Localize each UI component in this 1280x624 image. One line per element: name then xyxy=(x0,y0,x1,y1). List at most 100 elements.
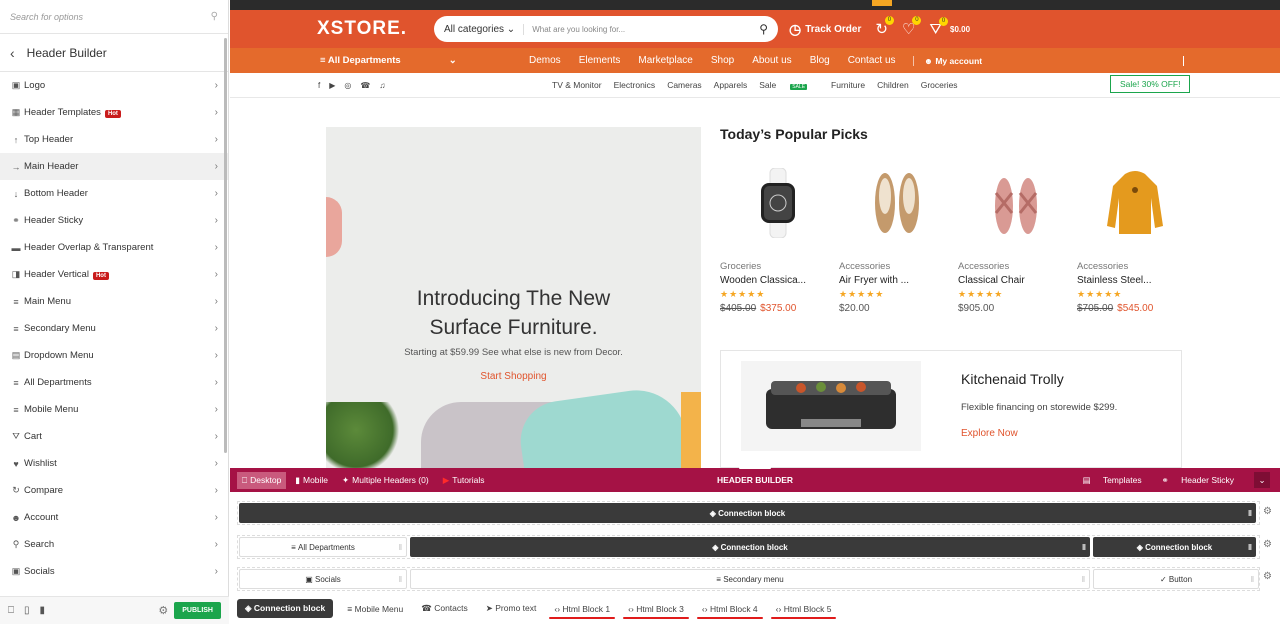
publish-button[interactable]: PUBLISH xyxy=(174,602,221,619)
compare-icon[interactable]: ↻ 0 xyxy=(875,16,894,38)
sidebar-item-socials[interactable]: ▣ Socials › xyxy=(0,558,228,585)
builder-item-socials[interactable]: ▣ Socials ‖ xyxy=(239,569,407,589)
nav-link-contact[interactable]: Contact us xyxy=(848,55,896,66)
tablet-preview-icon[interactable]: ▯ xyxy=(24,605,30,616)
sidebar-scrollbar[interactable] xyxy=(224,38,227,453)
collapse-chevron-icon[interactable]: ⌄ xyxy=(1254,472,1270,488)
product-search-input[interactable]: What are you looking for... xyxy=(532,25,759,34)
nav-link-blog[interactable]: Blog xyxy=(810,55,830,66)
facebook-icon[interactable]: f xyxy=(318,81,320,90)
explore-now-link[interactable]: Explore Now xyxy=(961,428,1018,439)
category-link-sale[interactable]: Sale SALE xyxy=(759,80,819,90)
available-html-block-4[interactable]: ‹› Html Block 4 xyxy=(696,604,763,619)
available-mobile-menu[interactable]: ≡ Mobile Menu xyxy=(347,604,403,614)
available-contacts[interactable]: ☎ Contacts xyxy=(421,603,468,614)
sidebar-item-main-header[interactable]: → Main Header › xyxy=(0,153,228,180)
sidebar-item-secondary-menu[interactable]: ≡ Secondary Menu › xyxy=(0,315,228,342)
category-link[interactable]: Groceries xyxy=(921,80,958,90)
drag-handle-icon[interactable]: ‖ xyxy=(399,575,402,584)
category-link[interactable]: Electronics xyxy=(614,80,656,90)
sidebar-item-search[interactable]: ⚲ Search › xyxy=(0,531,228,558)
row-settings-gear-icon[interactable]: ⚙ xyxy=(1263,571,1272,582)
whatsapp-icon[interactable]: ☎ xyxy=(360,81,370,90)
grill-image[interactable] xyxy=(741,361,921,451)
category-select[interactable]: All categories ⌄ xyxy=(444,23,525,35)
category-link[interactable]: Cameras xyxy=(667,80,701,90)
sidebar-item-logo[interactable]: ▣ Logo › xyxy=(0,72,228,99)
sidebar-item-main-menu[interactable]: ≡ Main Menu › xyxy=(0,288,228,315)
sidebar-item-header-sticky[interactable]: ⚭ Header Sticky › xyxy=(0,207,228,234)
tab-desktop[interactable]: ⎕ Desktop xyxy=(237,471,287,489)
product-image-shoes[interactable] xyxy=(839,158,954,248)
category-link[interactable]: Children xyxy=(877,80,909,90)
track-order-link[interactable]: ◷ Track Order xyxy=(789,21,861,38)
row-settings-gear-icon[interactable]: ⚙ xyxy=(1263,539,1272,550)
start-shopping-link[interactable]: Start Shopping xyxy=(326,371,701,382)
product-name[interactable]: Air Fryer with ... xyxy=(839,275,954,286)
sidebar-item-dropdown-menu[interactable]: ▤ Dropdown Menu › xyxy=(0,342,228,369)
available-html-block-3[interactable]: ‹› Html Block 3 xyxy=(623,604,689,619)
product-category[interactable]: Accessories xyxy=(1077,261,1192,272)
search-icon[interactable]: ⚲ xyxy=(759,22,768,36)
product-name[interactable]: Classical Chair xyxy=(958,275,1073,286)
nav-link-elements[interactable]: Elements xyxy=(579,55,621,66)
product-image-hoodie[interactable] xyxy=(1077,158,1192,248)
builder-item-connection-block[interactable]: ◈ Connection block ‖ xyxy=(410,537,1090,557)
category-link[interactable]: TV & Monitor xyxy=(552,80,602,90)
header-sticky-button[interactable]: ⚭ Header Sticky xyxy=(1162,475,1244,486)
option-search-input[interactable]: Search for options xyxy=(10,12,211,22)
tab-mobile[interactable]: ▮ Mobile xyxy=(290,472,333,489)
all-departments-toggle[interactable]: ≡ All Departments ⌄ xyxy=(320,55,457,66)
resize-handle[interactable] xyxy=(739,466,771,469)
sidebar-item-bottom-header[interactable]: ↓ Bottom Header › xyxy=(0,180,228,207)
row-settings-gear-icon[interactable]: ⚙ xyxy=(1263,506,1272,517)
available-html-block-5[interactable]: ‹› Html Block 5 xyxy=(770,604,837,619)
sidebar-item-top-header[interactable]: ↑ Top Header › xyxy=(0,126,228,153)
drag-handle-icon[interactable]: ‖ xyxy=(1082,575,1085,584)
tiktok-icon[interactable]: ♫ xyxy=(379,81,385,90)
templates-button[interactable]: ▤ Templates xyxy=(1083,475,1152,486)
desktop-preview-icon[interactable]: ⎕ xyxy=(8,605,14,616)
drag-handle-icon[interactable]: ‖ xyxy=(1082,543,1086,552)
builder-item-button[interactable]: ✓ Button ‖ xyxy=(1093,569,1259,589)
mobile-preview-icon[interactable]: ▮ xyxy=(40,605,46,616)
available-html-block-1[interactable]: ‹› Html Block 1 xyxy=(549,604,615,619)
product-image-watch[interactable] xyxy=(720,158,835,248)
builder-item-secondary-menu[interactable]: ≡ Secondary menu ‖ xyxy=(410,569,1090,589)
drag-handle-icon[interactable]: ‖ xyxy=(1248,543,1252,552)
nav-link-demos[interactable]: Demos xyxy=(529,55,561,66)
sale-button[interactable]: Sale! 30% OFF! xyxy=(1110,75,1191,93)
wishlist-heart-icon[interactable]: ♡ 0 xyxy=(902,16,922,38)
product-image-sandals[interactable] xyxy=(958,158,1073,248)
product-card[interactable]: Accessories Stainless Steel... ★★★★★ $70… xyxy=(1077,158,1192,314)
drag-handle-icon[interactable]: ‖ xyxy=(399,543,402,552)
sidebar-item-account[interactable]: ☻ Account › xyxy=(0,504,228,531)
sidebar-item-all-departments[interactable]: ≡ All Departments › xyxy=(0,369,228,396)
tab-multiple-headers[interactable]: ✦ Multiple Headers (0) xyxy=(337,472,434,489)
category-link[interactable]: Apparels xyxy=(714,80,748,90)
site-logo[interactable]: XSTORE. xyxy=(317,18,434,40)
sidebar-item-header-templates[interactable]: ▦ Header Templates Hot › xyxy=(0,99,228,126)
my-account-link[interactable]: ☻ My account xyxy=(913,55,982,66)
sidebar-item-header-overlap[interactable]: ▬ Header Overlap & Transparent › xyxy=(0,234,228,261)
builder-item-all-departments[interactable]: ≡ All Departments ‖ xyxy=(239,537,407,557)
drag-handle-icon[interactable]: ‖ xyxy=(1248,509,1252,518)
sidebar-item-header-vertical[interactable]: ◨ Header Vertical Hot › xyxy=(0,261,228,288)
category-link[interactable]: Furniture xyxy=(831,80,865,90)
product-card[interactable]: Groceries Wooden Classica... ★★★★★ $405.… xyxy=(720,158,835,314)
sidebar-item-cart[interactable]: ⛛ Cart › xyxy=(0,423,228,450)
youtube-icon[interactable]: ▶ xyxy=(329,81,335,90)
nav-link-marketplace[interactable]: Marketplace xyxy=(638,55,692,66)
product-category[interactable]: Accessories xyxy=(958,261,1073,272)
option-search[interactable]: Search for options ⚲ xyxy=(0,0,228,34)
product-name[interactable]: Stainless Steel... xyxy=(1077,275,1192,286)
product-category[interactable]: Groceries xyxy=(720,261,835,272)
instagram-icon[interactable]: ◎ xyxy=(344,81,351,90)
back-chevron-icon[interactable]: ‹ xyxy=(10,45,15,61)
nav-link-about[interactable]: About us xyxy=(752,55,791,66)
sidebar-item-mobile-menu[interactable]: ≡ Mobile Menu › xyxy=(0,396,228,423)
tab-tutorials[interactable]: ▶ Tutorials xyxy=(438,472,490,489)
available-connection-block[interactable]: ◈ Connection block xyxy=(237,599,334,618)
product-category[interactable]: Accessories xyxy=(839,261,954,272)
builder-item-connection-block[interactable]: ◈ Connection block ‖ xyxy=(1093,537,1256,557)
